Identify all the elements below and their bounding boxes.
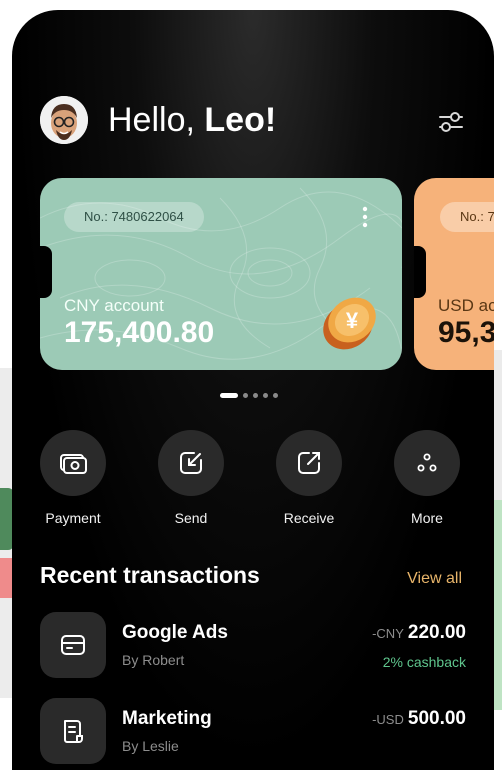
page-dot[interactable]: [253, 393, 258, 398]
header: Hello, Leo!: [40, 96, 276, 144]
card-notch: [40, 246, 52, 298]
send-button[interactable]: Send: [141, 430, 241, 526]
cashback-note: 2% cashback: [382, 654, 466, 670]
more-button[interactable]: More: [377, 430, 477, 526]
card-notch: [414, 246, 426, 298]
account-balance: 95,3: [438, 316, 494, 349]
action-label: More: [411, 510, 443, 526]
receipt-icon: [40, 698, 106, 764]
transaction-name: Marketing: [122, 708, 212, 729]
page-dot[interactable]: [243, 393, 248, 398]
yuan-coin-icon: ¥: [318, 290, 382, 354]
transaction-name: Google Ads: [122, 622, 228, 643]
transaction-value: 500.00: [407, 708, 466, 729]
payment-button[interactable]: Payment: [23, 430, 123, 526]
account-card-cny[interactable]: No.: 7480622064 CNY account 175,400.80 ¥: [40, 178, 402, 370]
transaction-currency: -CNY: [372, 626, 404, 641]
greeting-prefix: Hello,: [108, 100, 195, 139]
action-label: Receive: [283, 510, 335, 526]
transaction-row[interactable]: Marketing By Leslie -USD 500.00: [40, 698, 466, 764]
phone-screen: Hello, Leo! No.: 7480622064 CNY account …: [12, 10, 494, 770]
transaction-amount: -USD 500.00: [372, 708, 466, 730]
kebab-menu-icon[interactable]: [362, 206, 368, 228]
cash-icon[interactable]: [40, 430, 106, 496]
svg-text:¥: ¥: [346, 308, 359, 333]
page-dot[interactable]: [263, 393, 268, 398]
receive-arrow-icon[interactable]: [276, 430, 342, 496]
account-card-usd[interactable]: No.: 74 USD ac 95,3: [414, 178, 494, 370]
sliders-icon[interactable]: [438, 110, 464, 134]
card-pagination: [220, 393, 278, 398]
card-number-pill: No.: 7480622064: [64, 202, 204, 232]
view-all-link[interactable]: View all: [407, 570, 462, 588]
transaction-author: By Leslie: [122, 738, 179, 754]
card-number-pill: No.: 74: [440, 202, 494, 232]
transaction-currency: -USD: [372, 712, 404, 727]
action-label: Payment: [45, 510, 101, 526]
greeting-name: Leo!: [204, 100, 277, 139]
transaction-value: 220.00: [407, 622, 466, 643]
receive-button[interactable]: Receive: [259, 430, 359, 526]
recent-transactions-title: Recent transactions: [40, 562, 260, 588]
transaction-row[interactable]: Google Ads By Robert -CNY 220.00 2% cashb…: [40, 612, 466, 678]
card-icon: [40, 612, 106, 678]
memoji-avatar-icon[interactable]: [40, 96, 88, 144]
more-dots-icon[interactable]: [394, 430, 460, 496]
greeting: Hello, Leo!: [108, 101, 276, 140]
page-dot-active[interactable]: [220, 393, 238, 398]
account-balance: 175,400.80: [64, 316, 215, 349]
action-label: Send: [174, 510, 208, 526]
transaction-amount: -CNY 220.00: [372, 622, 466, 644]
transaction-author: By Robert: [122, 652, 185, 668]
page-dot[interactable]: [273, 393, 278, 398]
send-arrow-icon[interactable]: [158, 430, 224, 496]
account-name: USD ac: [438, 296, 494, 315]
account-name: CNY account: [64, 296, 164, 315]
